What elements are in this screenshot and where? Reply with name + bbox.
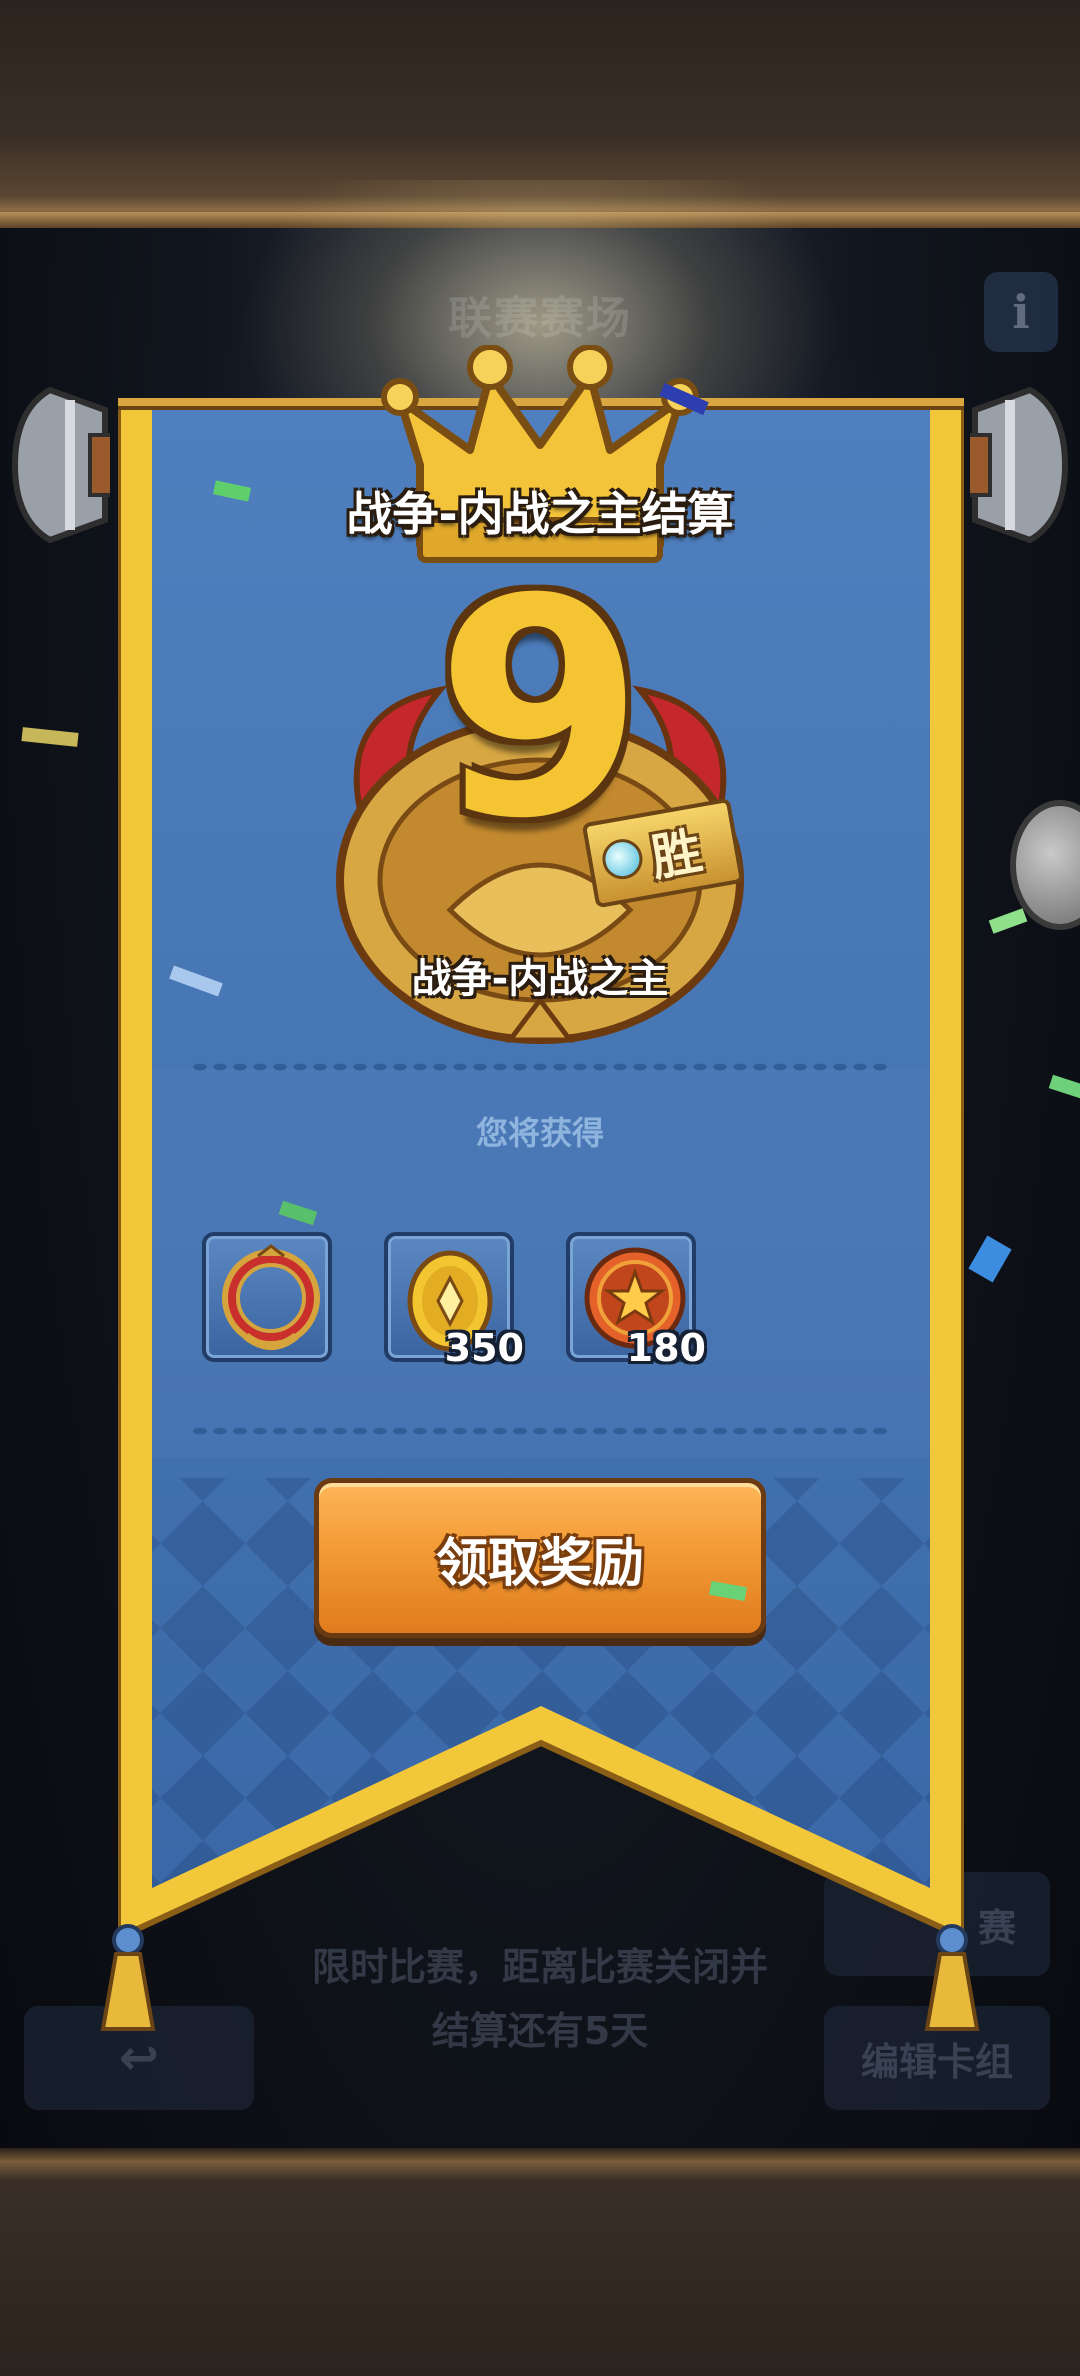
info-icon[interactable]: i	[984, 272, 1058, 352]
win-count: 9	[435, 535, 645, 884]
reward-slot-coin[interactable]: 350	[384, 1232, 524, 1370]
divider-top	[190, 1062, 890, 1072]
coin-quantity: 350	[444, 1326, 524, 1370]
confetti-piece	[988, 908, 1028, 934]
claim-reward-label: 领取奖励	[435, 1533, 644, 1594]
reward-slot-ring[interactable]	[202, 1232, 332, 1362]
confetti-piece	[1048, 1074, 1080, 1100]
tassel-left-icon	[100, 1924, 156, 2031]
confetti-piece	[968, 1235, 1012, 1283]
claim-reward-button[interactable]: 领取奖励	[314, 1478, 766, 1638]
win-suffix: 胜	[646, 821, 707, 888]
match-button-label: 赛	[977, 1905, 1016, 1950]
receive-label: 您将获得	[475, 1114, 604, 1152]
divider-bottom	[190, 1426, 890, 1436]
gem-icon	[599, 835, 646, 883]
reward-slot-badge[interactable]: 180	[566, 1232, 706, 1370]
game-screen: 联赛赛场 i 限时比赛，距离比赛关闭并 结算还有5天 ↩ 赛 编辑卡组	[0, 0, 1080, 2376]
medal-name: 战争-内战之主	[411, 956, 669, 1002]
ring-frame-icon	[222, 1244, 320, 1350]
badge-quantity: 180	[626, 1326, 706, 1370]
wood-frame-bottom	[0, 2148, 1080, 2376]
tassel-right-icon	[924, 1924, 980, 2031]
